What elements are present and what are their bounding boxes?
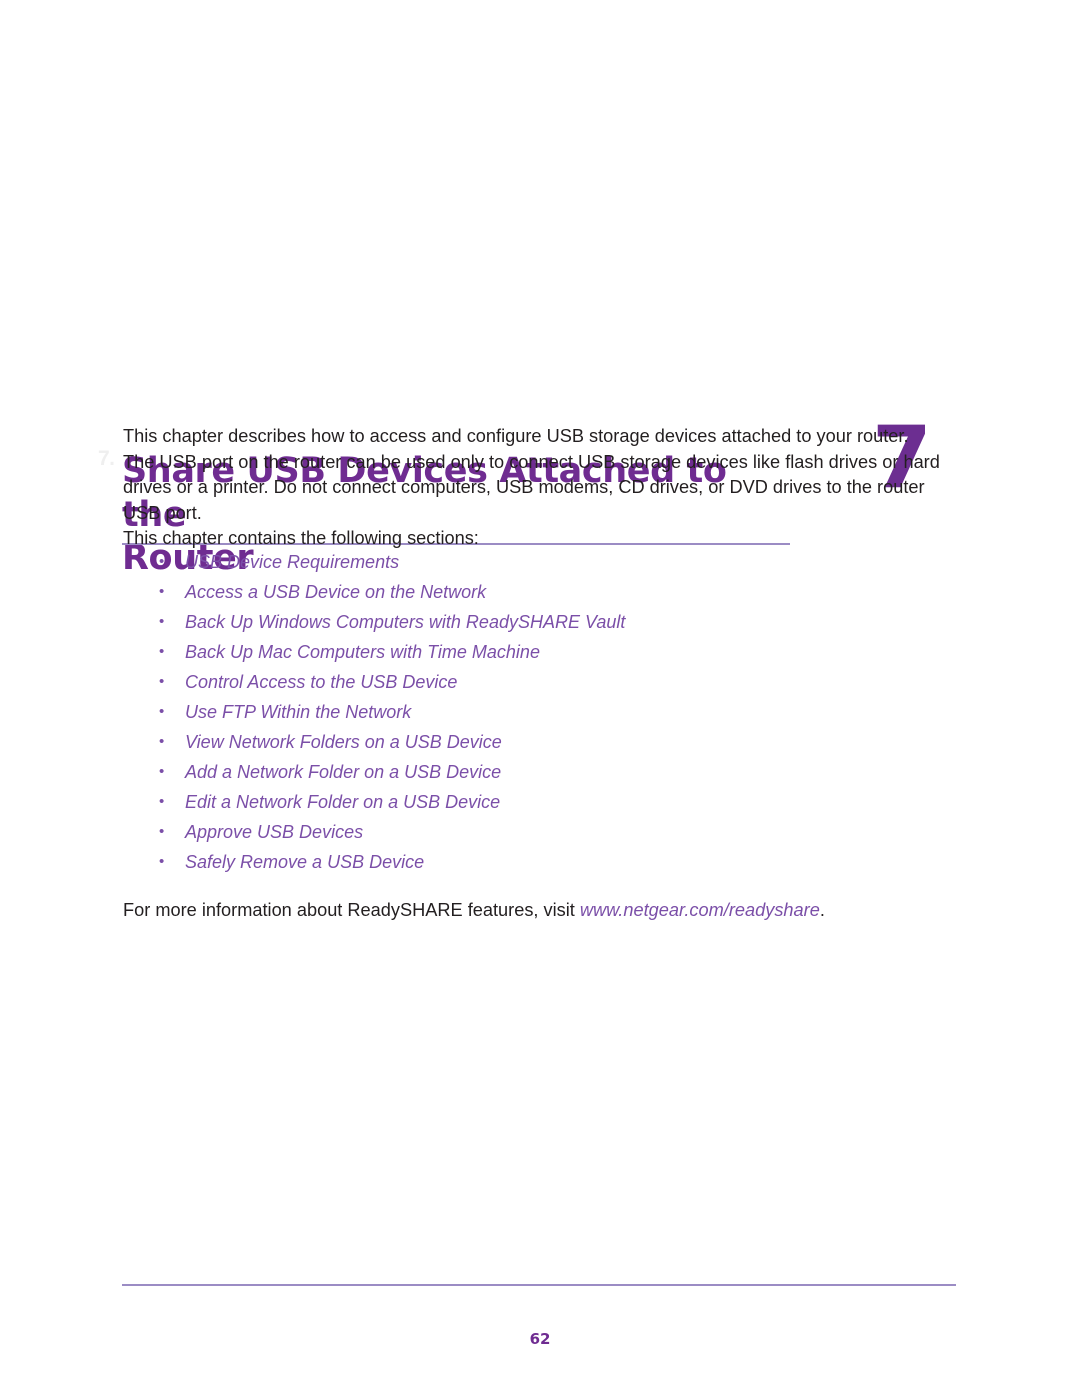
list-item: • Back Up Mac Computers with Time Machin… bbox=[123, 637, 943, 667]
list-item: • Add a Network Folder on a USB Device bbox=[123, 757, 943, 787]
intro-paragraph: This chapter describes how to access and… bbox=[123, 426, 940, 523]
list-item: • Back Up Windows Computers with ReadySH… bbox=[123, 607, 943, 637]
section-link-back-up-windows-readyshare-vault[interactable]: Back Up Windows Computers with ReadySHAR… bbox=[185, 612, 625, 632]
section-link-safely-remove-usb-device[interactable]: Safely Remove a USB Device bbox=[185, 852, 424, 872]
section-link-approve-usb-devices[interactable]: Approve USB Devices bbox=[185, 822, 363, 842]
bullet-icon: • bbox=[159, 673, 165, 690]
closing-text-before-url: For more information about ReadySHARE fe… bbox=[123, 900, 580, 921]
section-link-view-network-folders[interactable]: View Network Folders on a USB Device bbox=[185, 732, 502, 752]
section-link-use-ftp-within-network[interactable]: Use FTP Within the Network bbox=[185, 702, 411, 722]
bullet-icon: • bbox=[159, 643, 165, 660]
list-item: • Approve USB Devices bbox=[123, 817, 943, 847]
chapter-header: 7. Share USB Devices Attached to the Rou… bbox=[0, 205, 1080, 578]
list-item: • Access a USB Device on the Network bbox=[123, 577, 943, 607]
closing-text-after-url: . bbox=[819, 900, 825, 921]
bullet-icon: • bbox=[159, 853, 165, 870]
bullet-icon: • bbox=[159, 763, 165, 780]
page-number: 62 bbox=[529, 1330, 551, 1348]
bullet-icon: • bbox=[159, 733, 165, 750]
list-item: • Edit a Network Folder on a USB Device bbox=[123, 787, 943, 817]
readyshare-url-link[interactable]: www.netgear.com/readyshare bbox=[580, 900, 820, 920]
document-page: 7. Share USB Devices Attached to the Rou… bbox=[0, 0, 1080, 1397]
bullet-icon: • bbox=[159, 793, 165, 810]
chapter-section-list: • USB Device Requirements • Access a USB… bbox=[123, 547, 943, 877]
section-link-control-access-usb-device[interactable]: Control Access to the USB Device bbox=[185, 672, 457, 692]
section-link-add-network-folder[interactable]: Add a Network Folder on a USB Device bbox=[185, 762, 501, 782]
list-item: • Control Access to the USB Device bbox=[123, 667, 943, 697]
chapter-marker-watermark: 7. bbox=[98, 447, 115, 470]
list-item: • Safely Remove a USB Device bbox=[123, 847, 943, 877]
closing-paragraph: For more information about ReadySHARE fe… bbox=[123, 898, 953, 924]
section-link-edit-network-folder[interactable]: Edit a Network Folder on a USB Device bbox=[185, 792, 500, 812]
footer-divider bbox=[122, 1284, 956, 1286]
section-link-usb-device-requirements[interactable]: USB Device Requirements bbox=[185, 552, 399, 572]
section-link-access-usb-device-network[interactable]: Access a USB Device on the Network bbox=[185, 582, 486, 602]
bullet-icon: • bbox=[159, 613, 165, 630]
bullet-icon: • bbox=[159, 703, 165, 720]
bullet-icon: • bbox=[159, 553, 165, 570]
bullet-icon: • bbox=[159, 583, 165, 600]
list-item: • View Network Folders on a USB Device bbox=[123, 727, 943, 757]
list-item: • Use FTP Within the Network bbox=[123, 697, 943, 727]
section-link-back-up-mac-time-machine[interactable]: Back Up Mac Computers with Time Machine bbox=[185, 642, 540, 662]
bullet-icon: • bbox=[159, 823, 165, 840]
list-item: • USB Device Requirements bbox=[123, 547, 943, 577]
